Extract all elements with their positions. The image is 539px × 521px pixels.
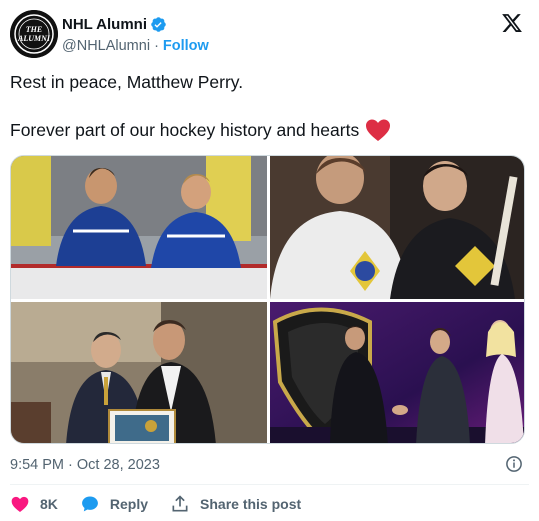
tweet-card: THE ALUMNI NHL Alumni @NHLAlumni · Follo… <box>0 0 539 521</box>
reply-button[interactable]: Reply <box>80 494 148 514</box>
display-name[interactable]: NHL Alumni <box>62 16 147 33</box>
like-count: 8K <box>40 496 58 512</box>
svg-text:THE: THE <box>26 25 42 34</box>
x-logo-icon[interactable] <box>501 12 523 34</box>
tweet-meta: 9:54 PM · Oct 28, 2023 <box>10 455 529 475</box>
like-button[interactable]: 8K <box>10 494 58 514</box>
tweet-text-line1: Rest in peace, Matthew Perry. <box>10 72 244 92</box>
photo-award-portrait[interactable] <box>11 302 267 443</box>
photo-nhl-stage[interactable] <box>270 302 524 443</box>
verified-badge-icon <box>151 16 166 32</box>
separator-dot: · <box>154 38 159 54</box>
red-heart-icon <box>366 119 391 141</box>
media-grid <box>10 155 525 444</box>
info-icon[interactable] <box>505 455 523 473</box>
heart-icon <box>11 496 29 512</box>
tweet-text: Rest in peace, Matthew Perry. Forever pa… <box>10 70 529 142</box>
timestamp[interactable]: 9:54 PM · Oct 28, 2023 <box>10 457 160 473</box>
photo-hockey-bench[interactable] <box>11 156 267 299</box>
reply-label: Reply <box>109 496 149 512</box>
tweet-text-line2: Forever part of our hockey history and h… <box>10 120 360 140</box>
tweet-actions: 8K Reply Share this post <box>10 492 323 516</box>
actions-divider <box>10 484 529 485</box>
share-upload-icon <box>172 495 188 512</box>
photo-vintage-jerseys[interactable] <box>270 156 524 299</box>
handle[interactable]: @NHLAlumni <box>62 38 150 54</box>
tweet-header: THE ALUMNI NHL Alumni @NHLAlumni · Follo… <box>10 10 529 60</box>
share-label: Share this post <box>200 496 302 512</box>
svg-text:ALUMNI: ALUMNI <box>17 34 51 43</box>
alumni-logo-icon: THE ALUMNI <box>10 10 58 58</box>
follow-button[interactable]: Follow <box>163 38 209 54</box>
avatar[interactable]: THE ALUMNI <box>10 10 58 58</box>
share-button[interactable]: Share this post <box>170 494 301 514</box>
account-names: NHL Alumni @NHLAlumni · Follow <box>62 14 209 56</box>
reply-bubble-icon <box>81 496 98 512</box>
